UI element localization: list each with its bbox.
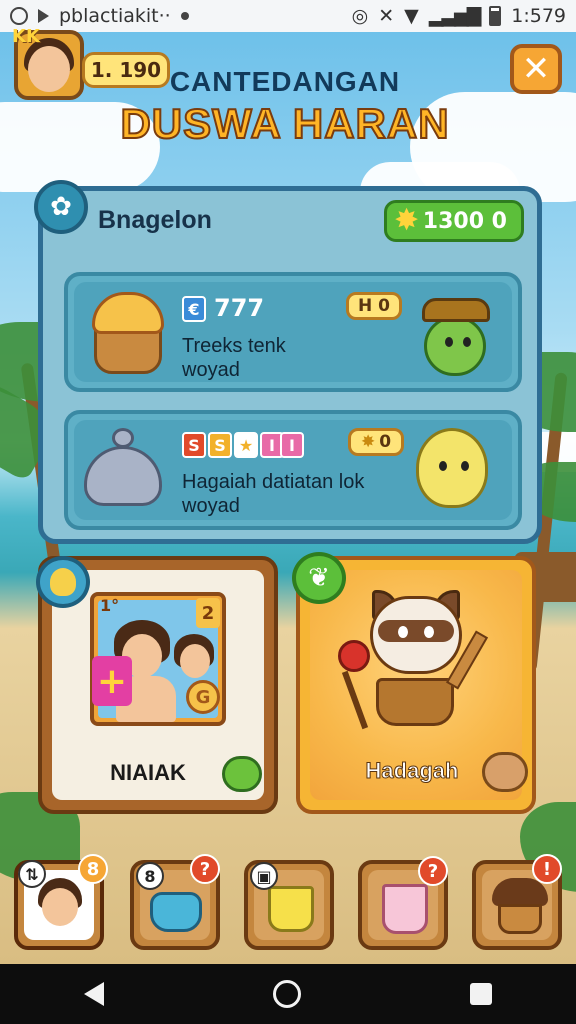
seed-icon: ✿ xyxy=(34,180,88,234)
row-badge: I xyxy=(280,432,304,458)
help-badge: ? xyxy=(190,854,220,884)
pear-character-icon xyxy=(416,428,488,508)
system-nav-bar xyxy=(0,964,576,1024)
avatar-badge: KK xyxy=(12,26,40,47)
reward-pill-value: H 0 xyxy=(358,296,390,316)
notification-dot-icon xyxy=(180,12,189,20)
clock-circle-icon xyxy=(10,7,28,25)
row-code: 777 xyxy=(214,294,265,322)
row-badge: € xyxy=(182,296,206,322)
home-icon[interactable] xyxy=(272,980,301,1008)
close-icon: ✕ xyxy=(521,49,551,89)
chick-icon xyxy=(36,556,90,608)
panel-title: Bnagelon xyxy=(98,206,212,234)
lock-icon: ▣ xyxy=(250,862,278,890)
green-creature-icon xyxy=(222,756,262,792)
swap-icon: ⇅ xyxy=(18,860,46,888)
wifi-icon: ▼ xyxy=(404,5,419,27)
close-button[interactable]: ✕ xyxy=(510,44,562,94)
page-title: DUSWA HARAN xyxy=(119,99,450,148)
yellow-cup-icon xyxy=(268,886,314,932)
row-badge: ★ xyxy=(234,432,258,458)
row-text-line1: Treeks tenk xyxy=(182,335,286,357)
gem-counter-value: 1300 0 xyxy=(422,208,507,234)
lock-icon: 8 xyxy=(136,862,164,890)
row-text-line1: Hagaiah datiatan lok xyxy=(182,471,365,493)
help-badge: ? xyxy=(418,856,448,886)
reward-pill-value: 0 xyxy=(379,432,392,452)
blue-pot-icon xyxy=(150,892,202,932)
chocolate-cupcake-icon xyxy=(498,904,542,934)
reward-pill: ✸ 0 xyxy=(348,428,404,456)
card-corner-left: 1° xyxy=(100,596,120,615)
row-badge: S xyxy=(208,432,232,458)
status-bar: pblactiakit·· ◎ ✕ ▼ ▂▃▅▇ 1:579 xyxy=(0,0,576,32)
status-time: 1:579 xyxy=(511,5,566,27)
flower-coin-icon: ✸ xyxy=(360,432,376,452)
row-text-line2: woyad xyxy=(182,359,240,381)
hat-icon xyxy=(422,298,490,322)
sync-icon: ◎ xyxy=(351,5,369,27)
play-icon xyxy=(38,9,49,23)
row-text-line2: woyad xyxy=(182,495,240,517)
row-badge: S xyxy=(182,432,206,458)
card-label: NIAIAK xyxy=(110,760,186,785)
signal-icon: ▂▃▅▇ xyxy=(428,5,481,27)
raccoon-eye xyxy=(424,626,434,638)
pink-cup-icon xyxy=(382,884,428,934)
coin-icon: G xyxy=(186,680,220,714)
raccoon-mask xyxy=(378,620,454,642)
mute-icon: ✕ xyxy=(378,5,395,27)
card-label: Hadagah xyxy=(365,758,459,784)
page-subtitle: CANTEDANGAN xyxy=(169,66,401,97)
hamster-icon xyxy=(482,752,528,792)
back-icon[interactable] xyxy=(84,982,105,1006)
alert-badge: ! xyxy=(532,854,562,884)
card-corner-right: 2 xyxy=(196,598,220,628)
battery-icon xyxy=(489,6,502,26)
teapot-lid-icon xyxy=(112,428,134,448)
frog-character-icon xyxy=(424,316,486,376)
badge-counter: 8 xyxy=(78,854,108,884)
rose-icon xyxy=(338,640,370,672)
raccoon-eye xyxy=(398,626,408,638)
reward-pill: H 0 xyxy=(346,292,402,320)
plus-icon[interactable]: + xyxy=(92,656,132,706)
recent-apps-icon[interactable] xyxy=(469,983,492,1005)
star-gem-icon: ✸ xyxy=(394,203,420,238)
girl-avatar-icon xyxy=(42,888,78,926)
basket-icon xyxy=(376,678,454,726)
leaf-icon: ❦ xyxy=(292,552,346,604)
muffin-icon xyxy=(94,330,162,374)
status-left-text: pblactiakit·· xyxy=(59,5,171,27)
